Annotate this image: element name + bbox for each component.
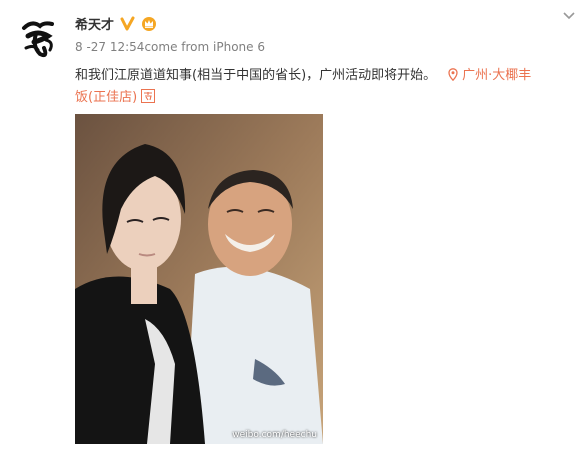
- verified-v-icon: [120, 16, 135, 30]
- avatar-logo: [22, 21, 54, 58]
- crown-icon: [142, 16, 157, 31]
- post-image[interactable]: weibo.com/heechu: [75, 114, 323, 444]
- avatar[interactable]: [14, 14, 64, 64]
- location-name-continued: 饭(正佳店): [75, 90, 138, 105]
- post-text: 和我们江原道道知事(相当于中国的省长)，广州活动即将开始。: [75, 68, 437, 83]
- source-device[interactable]: iPhone 6: [213, 40, 265, 54]
- source-prefix: come from: [144, 40, 214, 54]
- verified-badge[interactable]: [120, 16, 135, 31]
- image-watermark: weibo.com/heechu: [232, 430, 317, 440]
- translate-icon[interactable]: [141, 89, 156, 103]
- member-badge[interactable]: [141, 16, 157, 31]
- post-time-link[interactable]: 8 -27 12:54: [75, 40, 144, 54]
- post-meta: 8 -27 12:54come from iPhone 6: [75, 40, 265, 54]
- chevron-down-icon[interactable]: [562, 10, 576, 22]
- post-header: 希天才: [75, 12, 157, 34]
- post-content: 和我们江原道道知事(相当于中国的省长)，广州活动即将开始。 广州·大椰丰饭(正佳…: [75, 65, 577, 109]
- location-pin-icon: [448, 68, 458, 81]
- selfie-photo: [75, 114, 323, 444]
- location-name: 广州·大椰丰: [462, 68, 532, 83]
- username-link[interactable]: 希天才: [75, 14, 114, 33]
